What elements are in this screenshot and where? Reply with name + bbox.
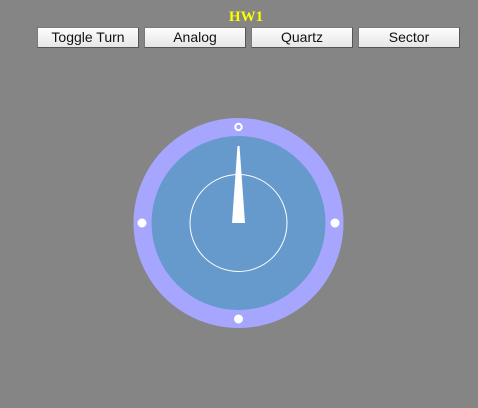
marker-6-dot bbox=[234, 314, 243, 324]
marker-9-dot bbox=[137, 218, 147, 228]
marker-3-dot bbox=[330, 218, 340, 228]
clock-widget bbox=[133, 118, 344, 328]
